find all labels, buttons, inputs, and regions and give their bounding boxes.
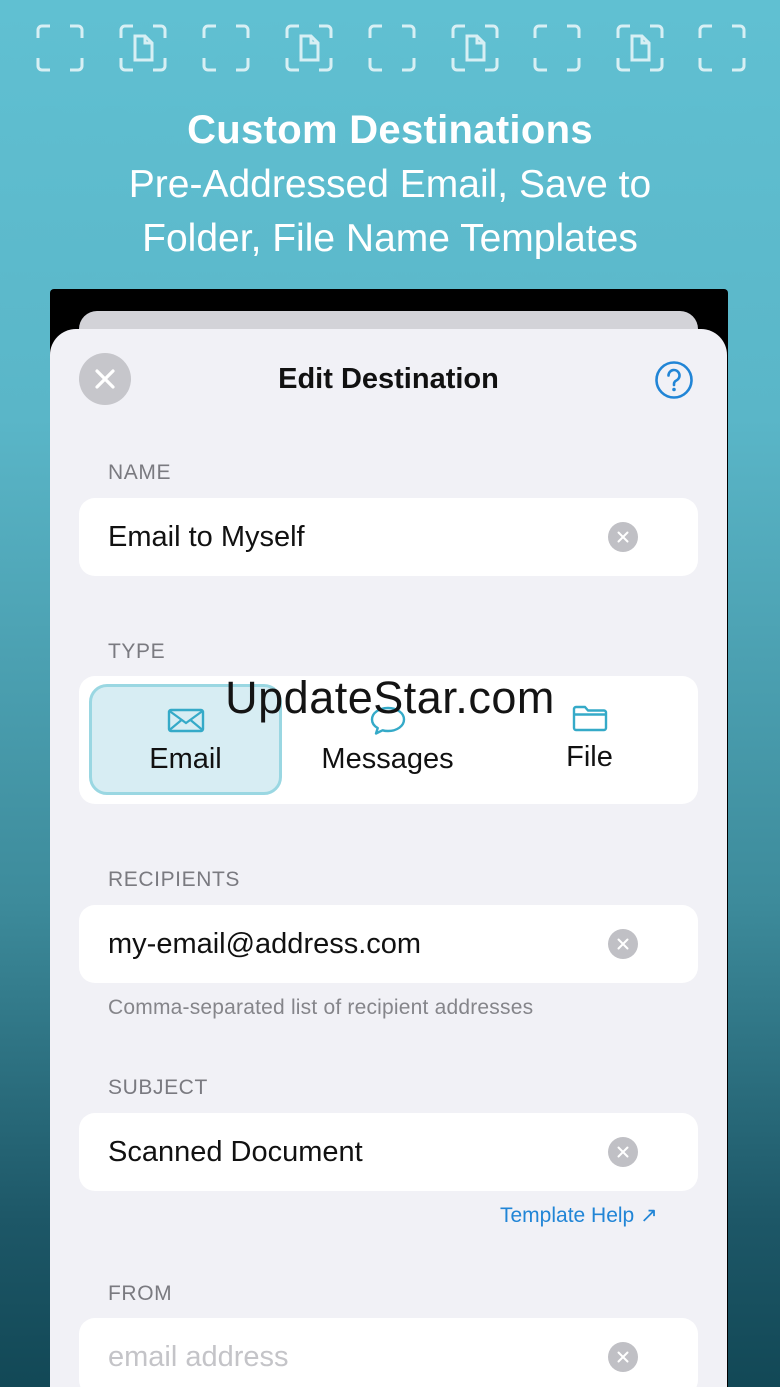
subject-label: SUBJECT <box>108 1076 208 1099</box>
type-option-email[interactable]: Email <box>89 684 282 795</box>
promo-title: Custom Destinations <box>187 108 593 152</box>
scan-frame-icon <box>698 24 746 72</box>
scan-frame-icon <box>533 24 581 72</box>
recipients-field <box>79 905 698 983</box>
clear-icon <box>617 1351 629 1363</box>
subject-input[interactable] <box>108 1135 588 1169</box>
scan-frame-icon <box>36 24 84 72</box>
document-frame-icon <box>616 24 664 72</box>
clear-icon <box>617 938 629 950</box>
speech-bubble-icon <box>368 705 408 735</box>
clear-subject-button[interactable] <box>608 1137 638 1167</box>
name-label: NAME <box>108 461 172 484</box>
document-frame-icon <box>285 24 333 72</box>
name-input[interactable] <box>108 520 588 554</box>
type-option-messages-label: Messages <box>321 743 454 775</box>
sheet-title: Edit Destination <box>278 363 499 395</box>
from-input[interactable] <box>108 1340 588 1374</box>
question-circle-icon <box>655 361 693 399</box>
promo-subtitle-line-2: Folder, File Name Templates <box>142 217 638 260</box>
type-option-email-label: Email <box>149 743 222 775</box>
document-frame-icon <box>119 24 167 72</box>
clear-recipients-button[interactable] <box>608 929 638 959</box>
clear-icon <box>617 1146 629 1158</box>
name-field <box>79 498 698 576</box>
promo-headline: Custom Destinations Pre-Addressed Email,… <box>0 104 780 266</box>
promo-subtitle-line-1: Pre-Addressed Email, Save to <box>128 163 652 206</box>
subject-field <box>79 1113 698 1191</box>
clear-name-button[interactable] <box>608 522 638 552</box>
recipients-label: RECIPIENTS <box>108 868 241 891</box>
recipients-hint: Comma-separated list of recipient addres… <box>108 996 534 1019</box>
recipients-input[interactable] <box>108 927 588 961</box>
type-option-file[interactable]: File <box>493 685 686 796</box>
type-option-file-label: File <box>566 741 613 773</box>
scan-frame-icon <box>368 24 416 72</box>
envelope-icon <box>166 705 206 735</box>
document-frame-icon <box>451 24 499 72</box>
type-option-messages[interactable]: Messages <box>291 687 484 798</box>
type-label: TYPE <box>108 640 166 663</box>
template-help-link[interactable]: Template Help ↗ <box>500 1203 658 1228</box>
scan-frame-icon <box>202 24 250 72</box>
help-button[interactable] <box>654 360 694 400</box>
edit-destination-sheet: Edit Destination NAME TYPE Email Message… <box>50 329 727 1387</box>
type-segmented-control: Email Messages File <box>79 676 698 804</box>
clear-from-button[interactable] <box>608 1342 638 1372</box>
decorative-frames <box>36 24 746 72</box>
clear-icon <box>617 531 629 543</box>
from-label: FROM <box>108 1282 173 1305</box>
folder-icon <box>570 703 610 733</box>
from-field <box>79 1318 698 1387</box>
